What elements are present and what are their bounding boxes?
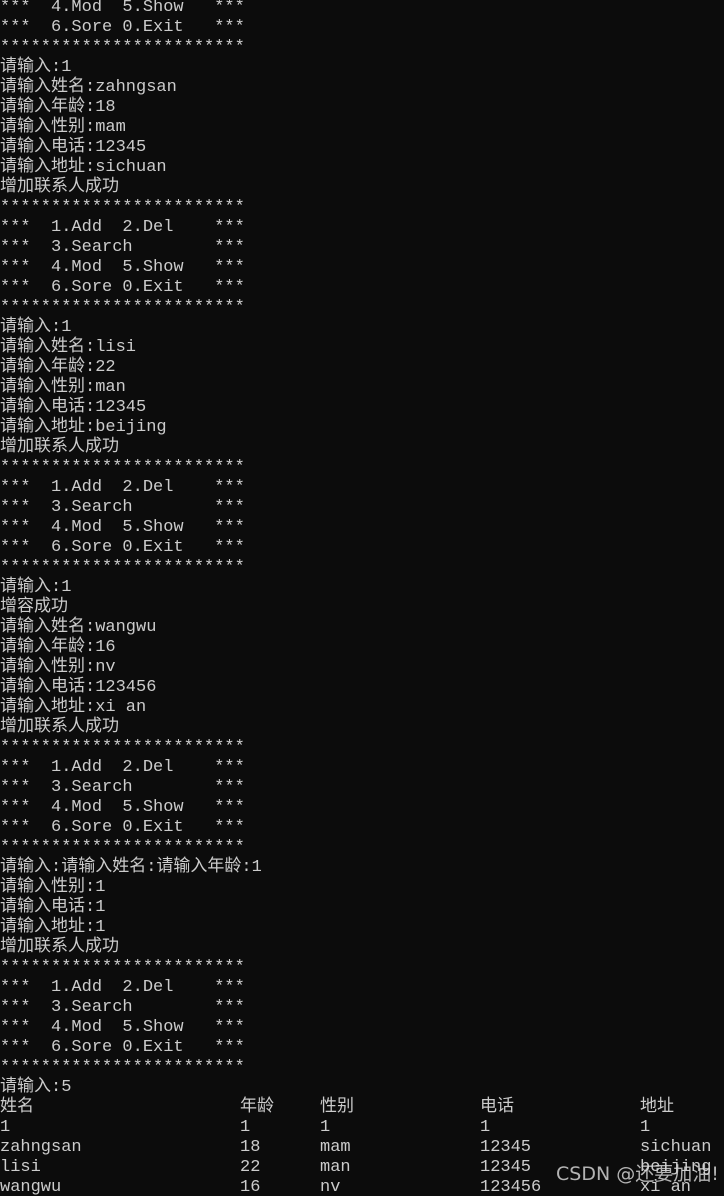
prompt-choice: 请输入:1 (0, 578, 72, 597)
prompt-name: 请输入姓名:wangwu (0, 618, 157, 637)
prompt-choice-show: 请输入:5 (0, 1078, 72, 1097)
menu-row-mod-show: *** 4.Mod 5.Show *** (0, 0, 245, 17)
prompt-address: 请输入地址:xi an (0, 698, 147, 717)
prompt-combined: 请输入:请输入姓名:请输入年龄:1 (0, 858, 262, 877)
menu-row-mod-show: *** 4.Mod 5.Show *** (0, 258, 245, 277)
table-row: zahngsan 18 mam 12345 sichuan (0, 1138, 724, 1158)
prompt-gender: 请输入性别:nv (0, 658, 116, 677)
table-row: lisi 22 man 12345 beijing (0, 1158, 724, 1178)
prompt-address: 请输入地址:sichuan (0, 158, 167, 177)
menu-row-search: *** 3.Search *** (0, 998, 245, 1017)
column-header-phone: 电话 (480, 1098, 514, 1117)
prompt-gender: 请输入性别:man (0, 378, 126, 397)
menu-row-sore-exit: *** 6.Sore 0.Exit *** (0, 18, 245, 37)
menu-row-sore-exit: *** 6.Sore 0.Exit *** (0, 1038, 245, 1057)
column-header-name: 姓名 (0, 1098, 34, 1117)
cell-gender: man (320, 1158, 351, 1177)
cell-age: 22 (240, 1158, 261, 1177)
cell-age: 18 (240, 1138, 261, 1157)
cell-gender: 1 (320, 1118, 331, 1137)
prompt-name: 请输入姓名:zahngsan (0, 78, 177, 97)
menu-row-add-del: *** 1.Add 2.Del *** (0, 218, 245, 237)
menu-row-sore-exit: *** 6.Sore 0.Exit *** (0, 818, 245, 837)
menu-row-sore-exit: *** 6.Sore 0.Exit *** (0, 278, 245, 297)
cell-name: wangwu (0, 1178, 62, 1196)
contacts-table-header: 姓名 年龄 性别 电话 地址 (0, 1098, 724, 1118)
cell-gender: mam (320, 1138, 351, 1157)
cell-name: lisi (0, 1158, 41, 1177)
prompt-phone: 请输入电话:12345 (0, 398, 147, 417)
column-header-gender: 性别 (320, 1098, 354, 1117)
terminal-window[interactable]: *** 4.Mod 5.Show *** *** 6.Sore 0.Exit *… (0, 0, 724, 1196)
cell-address: beijing (640, 1158, 712, 1177)
cell-name: 1 (0, 1118, 11, 1137)
menu-row-search: *** 3.Search *** (0, 778, 245, 797)
cell-phone: 12345 (480, 1138, 532, 1157)
prompt-gender: 请输入性别:mam (0, 118, 126, 137)
status-add-success: 增加联系人成功 (0, 718, 119, 737)
prompt-address: 请输入地址:beijing (0, 418, 167, 437)
cell-phone: 1 (480, 1118, 491, 1137)
table-row: wangwu 16 nv 123456 xi an (0, 1178, 724, 1196)
cell-address: 1 (640, 1118, 651, 1137)
separator-line: ************************ (0, 458, 245, 477)
menu-row-add-del: *** 1.Add 2.Del *** (0, 478, 245, 497)
column-header-address: 地址 (640, 1098, 674, 1117)
separator-line: ************************ (0, 38, 245, 57)
cell-age: 1 (240, 1118, 251, 1137)
prompt-name: 请输入姓名:lisi (0, 338, 137, 357)
column-header-age: 年龄 (240, 1098, 274, 1117)
menu-row-sore-exit: *** 6.Sore 0.Exit *** (0, 538, 245, 557)
table-row: 1 1 1 1 1 (0, 1118, 724, 1138)
cell-gender: nv (320, 1178, 341, 1196)
menu-row-mod-show: *** 4.Mod 5.Show *** (0, 798, 245, 817)
separator-line: ************************ (0, 1058, 245, 1077)
status-capacity-grown: 增容成功 (0, 598, 68, 617)
cell-phone: 12345 (480, 1158, 532, 1177)
menu-row-search: *** 3.Search *** (0, 238, 245, 257)
separator-line: ************************ (0, 958, 245, 977)
menu-row-add-del: *** 1.Add 2.Del *** (0, 978, 245, 997)
status-add-success: 增加联系人成功 (0, 938, 119, 957)
prompt-gender: 请输入性别:1 (0, 878, 106, 897)
cell-age: 16 (240, 1178, 261, 1196)
separator-line: ************************ (0, 558, 245, 577)
menu-row-mod-show: *** 4.Mod 5.Show *** (0, 518, 245, 537)
prompt-phone: 请输入电话:123456 (0, 678, 157, 697)
cell-address: sichuan (640, 1138, 712, 1157)
prompt-phone: 请输入电话:12345 (0, 138, 147, 157)
terminal-output: *** 4.Mod 5.Show *** *** 6.Sore 0.Exit *… (0, 0, 724, 1196)
menu-row-search: *** 3.Search *** (0, 498, 245, 517)
cell-address: xi an (640, 1178, 692, 1196)
cell-phone: 123456 (480, 1178, 542, 1196)
status-add-success: 增加联系人成功 (0, 178, 119, 197)
prompt-choice: 请输入:1 (0, 318, 72, 337)
prompt-age: 请输入年龄:18 (0, 98, 116, 117)
separator-line: ************************ (0, 198, 245, 217)
separator-line: ************************ (0, 838, 245, 857)
prompt-choice: 请输入:1 (0, 58, 72, 77)
menu-row-add-del: *** 1.Add 2.Del *** (0, 758, 245, 777)
prompt-address: 请输入地址:1 (0, 918, 106, 937)
menu-row-mod-show: *** 4.Mod 5.Show *** (0, 1018, 245, 1037)
separator-line: ************************ (0, 298, 245, 317)
prompt-age: 请输入年龄:16 (0, 638, 116, 657)
status-add-success: 增加联系人成功 (0, 438, 119, 457)
prompt-age: 请输入年龄:22 (0, 358, 116, 377)
separator-line: ************************ (0, 738, 245, 757)
cell-name: zahngsan (0, 1138, 82, 1157)
prompt-phone: 请输入电话:1 (0, 898, 106, 917)
